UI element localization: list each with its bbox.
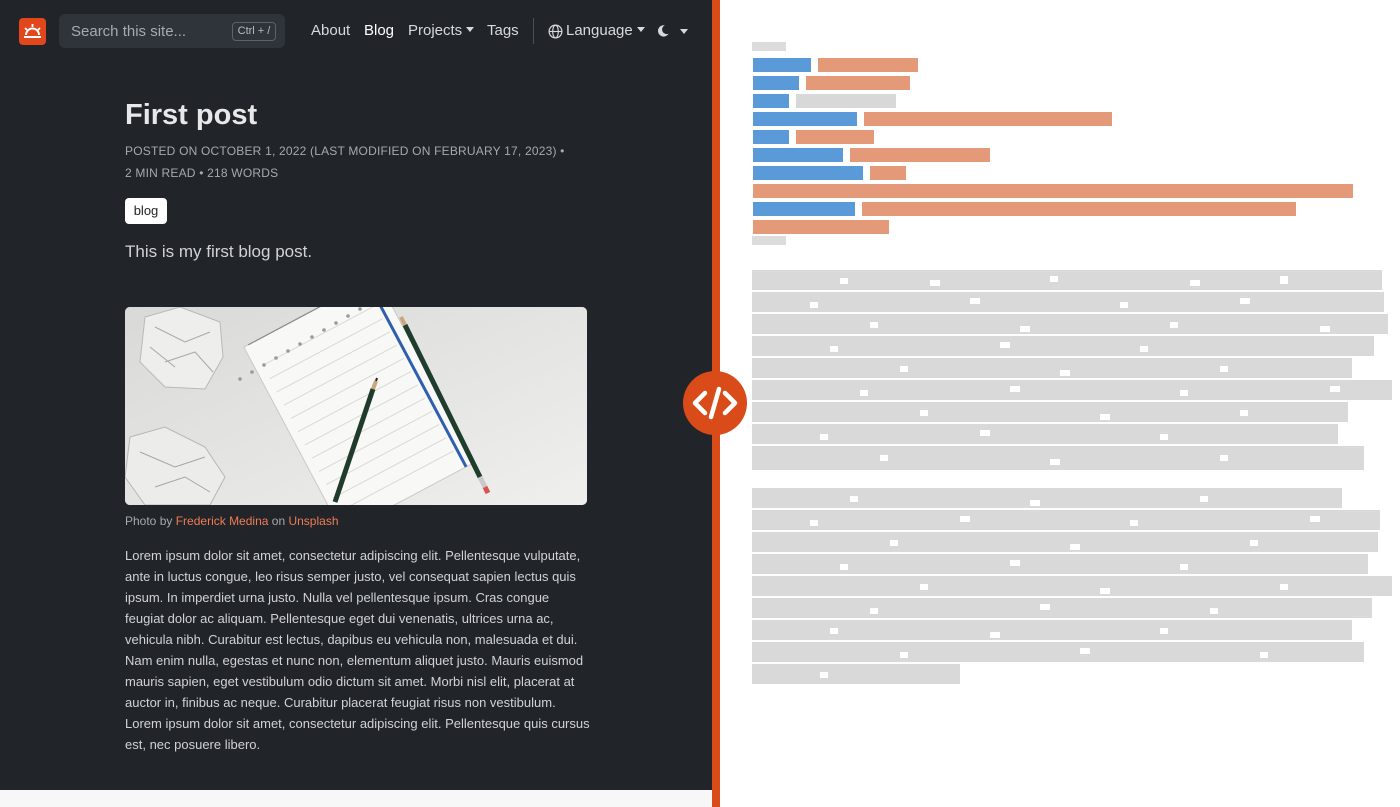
code-brackets-icon: [683, 371, 747, 435]
nav-divider: [533, 18, 534, 44]
nav-link-projects[interactable]: Projects: [408, 22, 475, 39]
paragraph-block-1: [752, 270, 1392, 470]
nav-link-tags[interactable]: Tags: [487, 22, 519, 39]
nav-link-blog[interactable]: Blog: [364, 22, 394, 39]
language-label: Language: [566, 22, 633, 39]
rendered-page-panel: Search this site... Ctrl + / About Blog …: [0, 0, 714, 790]
featured-image: [125, 307, 587, 505]
photo-author-link[interactable]: Frederick Medina: [176, 514, 269, 528]
nav-link-projects-label: Projects: [408, 22, 463, 39]
unsplash-link[interactable]: Unsplash: [288, 514, 338, 528]
search-shortcut-badge: Ctrl + /: [232, 22, 276, 41]
tag-badge[interactable]: blog: [125, 198, 167, 224]
theme-chevron-down-icon[interactable]: [680, 29, 688, 34]
caption-prefix: Photo by: [125, 514, 173, 528]
page-title: First post: [125, 99, 258, 131]
language-dropdown[interactable]: Language: [566, 22, 645, 39]
caption-mid: on: [271, 514, 286, 528]
post-body: Lorem ipsum dolor sit amet, consectetur …: [125, 548, 590, 752]
pixelated-source-code: [752, 42, 1392, 684]
navbar: Search this site... Ctrl + / About Blog …: [0, 0, 712, 62]
sunrise-logo-icon[interactable]: [19, 18, 46, 45]
source-panel: [720, 0, 1400, 807]
paragraph-block-2: [752, 488, 1392, 684]
page-bottom-strip: [0, 790, 714, 807]
globe-icon: [548, 24, 563, 39]
moon-icon[interactable]: [656, 24, 670, 38]
post-meta-reading: 2 MIN READ • 218 WORDS: [125, 166, 279, 180]
photo-caption: Photo by Frederick Medina on Unsplash: [125, 514, 339, 528]
chevron-down-icon: [466, 27, 475, 32]
nav-link-about[interactable]: About: [311, 22, 350, 39]
chevron-down-icon: [636, 27, 645, 32]
search-placeholder: Search this site...: [71, 23, 187, 40]
frontmatter-lines: [752, 58, 1353, 245]
post-description: This is my first blog post.: [125, 242, 313, 261]
post-meta-dates: POSTED ON OCTOBER 1, 2022 (LAST MODIFIED…: [125, 144, 565, 158]
